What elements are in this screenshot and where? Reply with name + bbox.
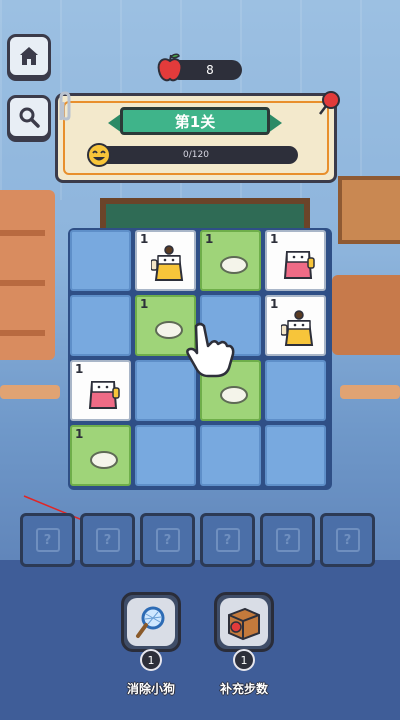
holding-slot: ? (320, 513, 375, 567)
smiley-icon (87, 143, 111, 167)
board-tile-box-girl[interactable]: 1 (70, 360, 131, 421)
remove-dog-count: 1 (147, 653, 155, 667)
apple-crate-icon (228, 607, 260, 641)
locked-slot-icon: ? (215, 528, 240, 552)
tile-count: 1 (75, 427, 84, 441)
holding-slot: ? (20, 513, 75, 567)
background-desk (340, 385, 400, 399)
locked-slot-icon: ? (35, 528, 60, 552)
box-character-icon (88, 381, 120, 409)
holding-slot: ? (260, 513, 315, 567)
add-steps-count-badge: 1 (233, 649, 255, 671)
paper-clip-icon (59, 91, 71, 121)
tile-count: 1 (270, 232, 279, 246)
shelf (0, 280, 45, 286)
powerup-icon-frame (127, 598, 175, 646)
apple-icon (157, 53, 183, 82)
level-title: 第1关 (174, 112, 216, 131)
board-cell-empty (200, 425, 261, 486)
board-cell-empty (265, 360, 326, 421)
rice-ball-icon (220, 256, 248, 274)
remove-dog-label: 消除小狗 (126, 682, 175, 696)
board-cell-empty (135, 425, 196, 486)
holding-slot: ? (80, 513, 135, 567)
tile-count: 1 (140, 232, 149, 246)
ribbon-tail-right (268, 113, 282, 133)
tile-count: 1 (205, 232, 214, 246)
shelf (0, 330, 45, 336)
board-cell-empty (265, 425, 326, 486)
search-icon (19, 107, 40, 128)
background-corkboard (338, 176, 400, 244)
board-cell-empty (70, 230, 131, 291)
net-icon (136, 606, 165, 638)
holding-slot: ? (140, 513, 195, 567)
chick-character-icon (151, 245, 184, 281)
home-button[interactable] (7, 34, 51, 78)
shelf (0, 230, 45, 236)
box-character-icon (283, 251, 315, 279)
background-cabinet (332, 275, 400, 355)
board-tile-rice[interactable]: 1 (200, 230, 261, 291)
board-tile-chick[interactable]: 1 (135, 230, 196, 291)
add-steps-count: 1 (240, 653, 248, 667)
board-tile-box-girl[interactable]: 1 (265, 230, 326, 291)
tile-count: 1 (75, 362, 84, 376)
level-title-ribbon: 第1关 (120, 107, 270, 135)
rice-ball-icon (155, 321, 183, 339)
rice-ball-icon (90, 451, 118, 469)
board-cell-empty (70, 295, 131, 356)
tile-count: 1 (270, 297, 279, 311)
background-desk (0, 385, 60, 399)
locked-slot-icon: ? (155, 528, 180, 552)
push-pin-icon (319, 91, 340, 115)
level-progress-bar: 0/120 (94, 146, 298, 164)
background-bookshelf (0, 190, 55, 360)
progress-text: 0/120 (183, 150, 209, 160)
home-icon (20, 47, 38, 65)
add-steps-button[interactable] (214, 592, 274, 652)
powerup-icon-frame (220, 598, 268, 646)
locked-slot-icon: ? (275, 528, 300, 552)
locked-slot-icon: ? (335, 528, 360, 552)
locked-slot-icon: ? (95, 528, 120, 552)
remove-dog-count-badge: 1 (140, 649, 162, 671)
apple-count: 8 (206, 63, 214, 77)
board-tile-chick[interactable]: 1 (265, 295, 326, 356)
rice-ball-icon (220, 386, 248, 404)
board-tile-rice[interactable]: 1 (70, 425, 131, 486)
chick-character-icon (281, 310, 314, 346)
search-button[interactable] (7, 95, 51, 139)
tile-count: 1 (140, 297, 149, 311)
remove-dog-button[interactable] (121, 592, 181, 652)
add-steps-label: 补充步数 (219, 682, 268, 696)
holding-slot: ? (200, 513, 255, 567)
tutorial-hand-icon (186, 322, 235, 378)
